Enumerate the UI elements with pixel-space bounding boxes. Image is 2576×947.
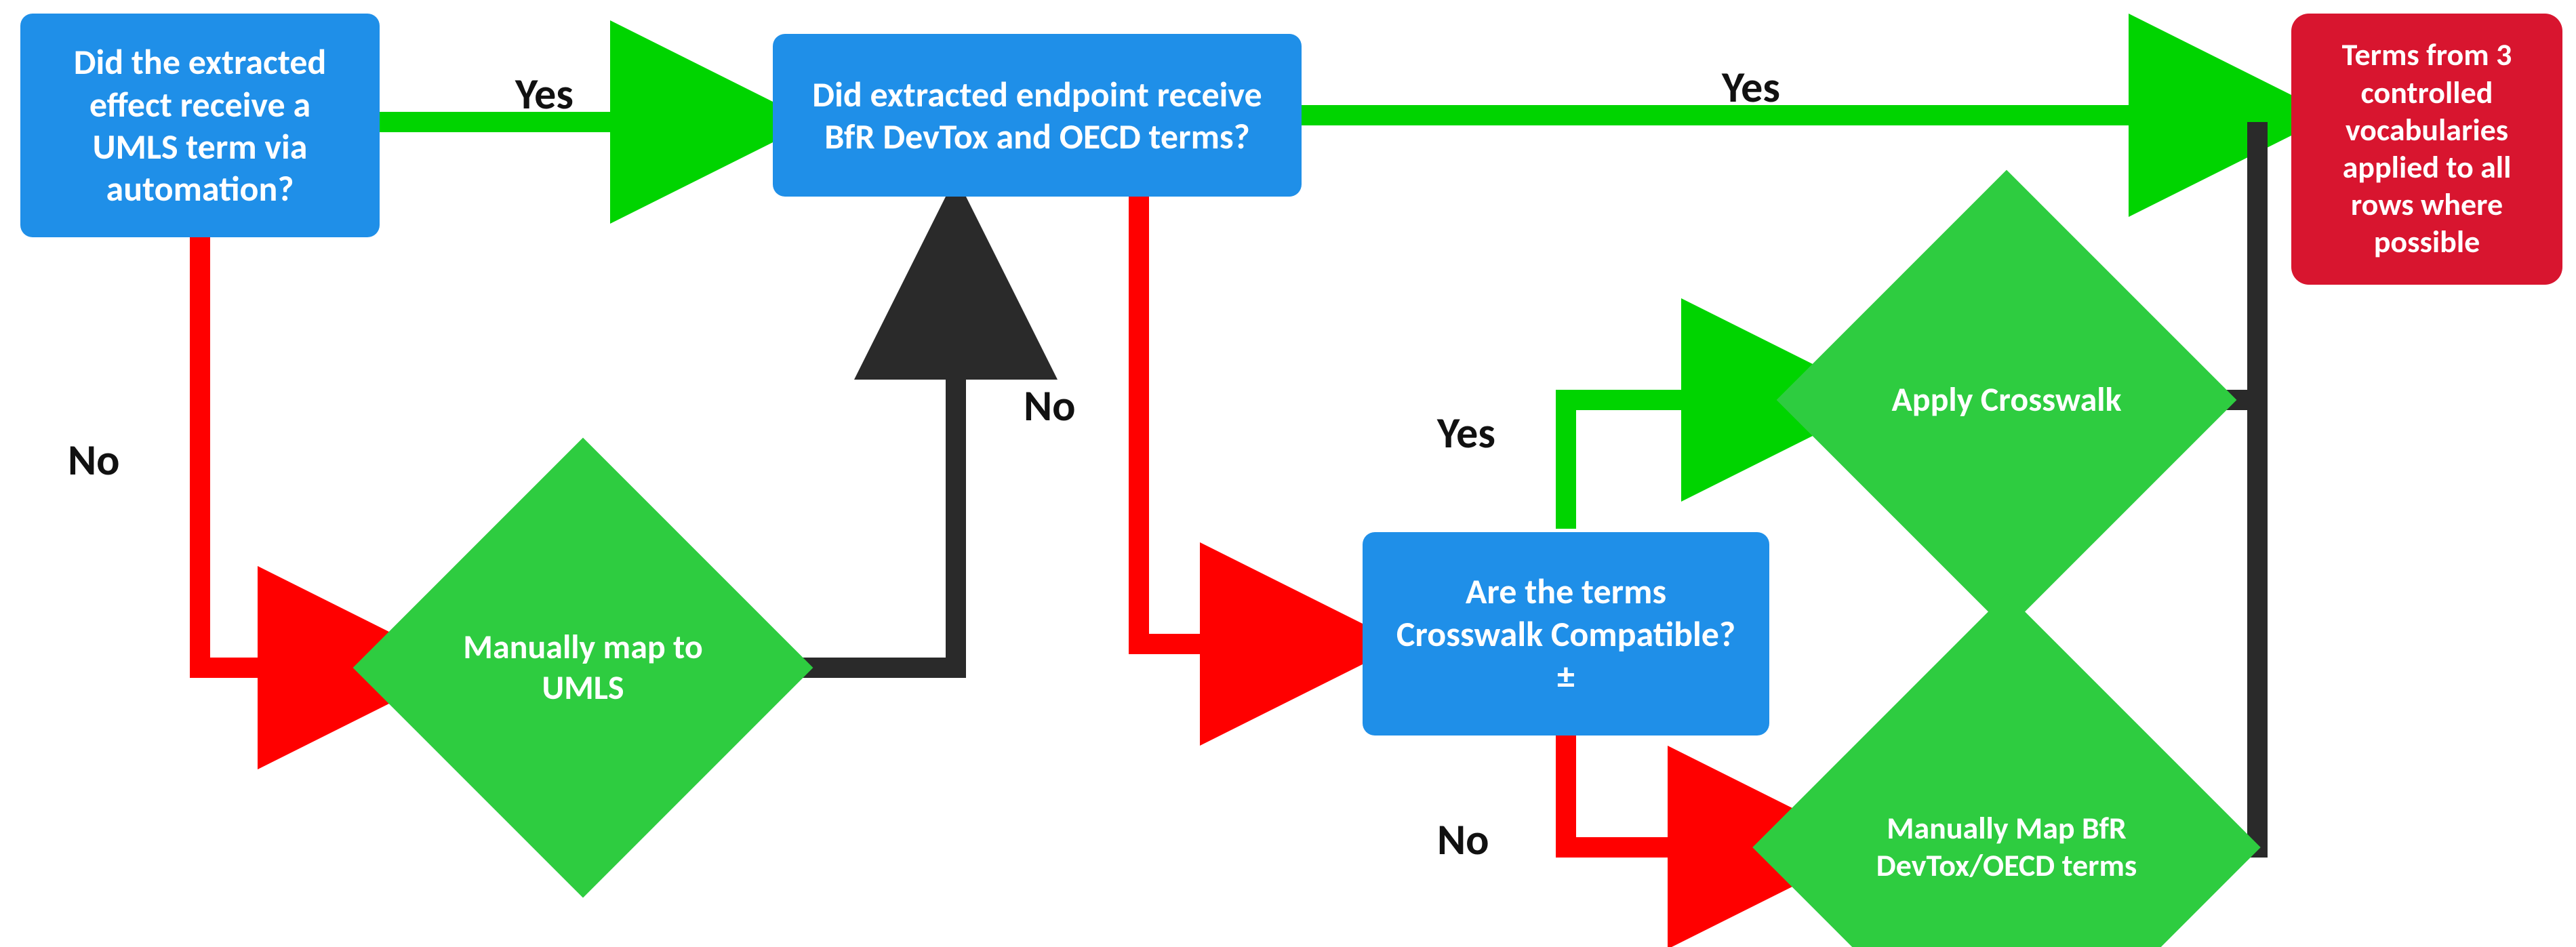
process-manual-map-text: Manually Map BfR DevTox/OECD terms [1874, 810, 2139, 885]
process-manual-map-bfr-oecd: Manually Map BfR DevTox/OECD terms [1827, 668, 2186, 947]
label-d3-no: No [1437, 813, 1489, 866]
label-d1-yes: Yes [515, 68, 573, 121]
label-d1-no: No [68, 434, 120, 487]
edge-d2-no-d3 [1139, 197, 1363, 644]
terminator-terms-applied: Terms from 3 controlled vocabularies app… [2291, 14, 2562, 285]
label-d2-yes: Yes [1722, 61, 1780, 114]
decision-umls-via-automation: Did the extracted effect receive a UMLS … [20, 14, 380, 237]
terminator-text: Terms from 3 controlled vocabularies app… [2318, 37, 2535, 261]
process-apply-crosswalk: Apply Crosswalk [1844, 237, 2169, 563]
process-map-to-umls: Manually map to UMLS [420, 505, 746, 830]
label-d2-no: No [1024, 380, 1076, 432]
decision-bfr-oecd: Did extracted endpoint receive BfR DevTo… [773, 34, 1302, 197]
decision-umls-text: Did the extracted effect receive a UMLS … [47, 41, 353, 210]
decision-crosswalk-compatible: Are the terms Crosswalk Compatible?± [1363, 532, 1769, 736]
process-map-to-umls-text: Manually map to UMLS [454, 627, 712, 708]
decision-crosswalk-text: Are the terms Crosswalk Compatible?± [1390, 570, 1742, 697]
decision-bfr-oecd-text: Did extracted endpoint receive BfR DevTo… [800, 73, 1274, 158]
edge-d1-no-mapumls [200, 237, 420, 668]
label-d3-yes: Yes [1437, 407, 1495, 460]
process-apply-crosswalk-text: Apply Crosswalk [1891, 380, 2121, 420]
edge-mapumls-d2 [746, 217, 956, 668]
